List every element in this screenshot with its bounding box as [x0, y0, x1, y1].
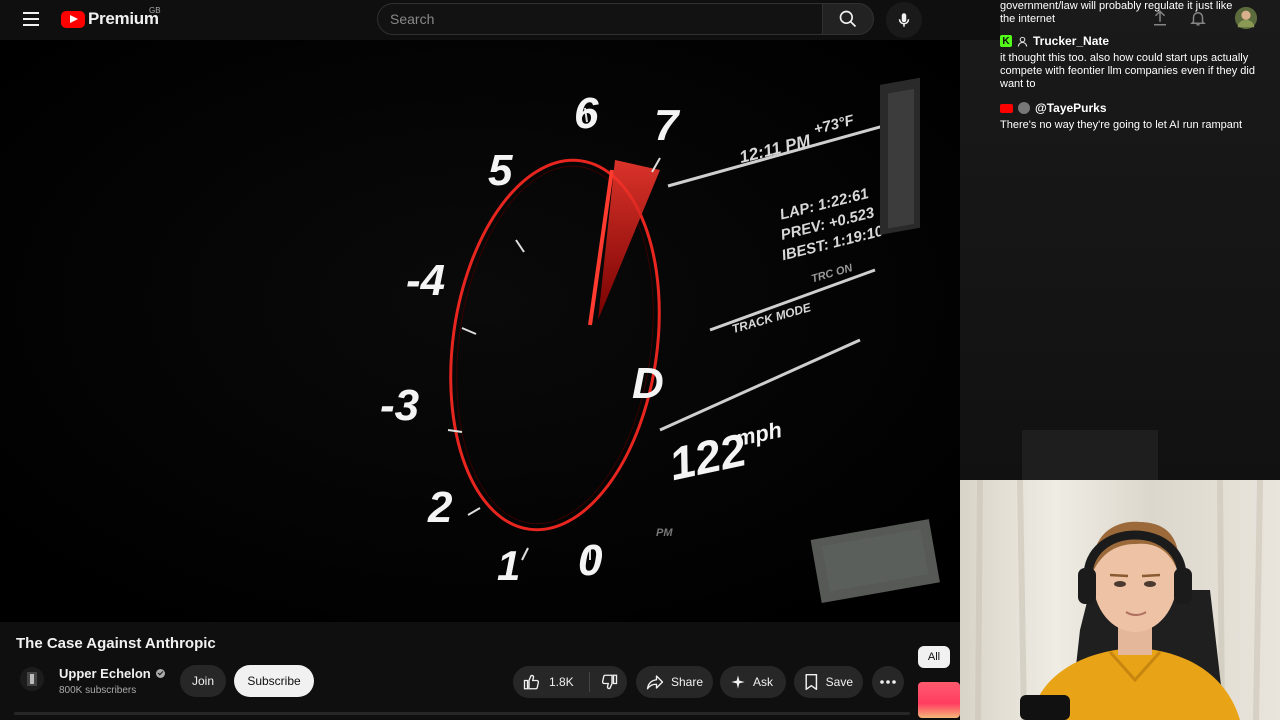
gauge-number: 7: [654, 101, 681, 150]
recommended-thumbnail[interactable]: [918, 682, 960, 718]
stream-background-panel: [1022, 430, 1158, 480]
chat-author-name: @TayePurks: [1035, 101, 1107, 115]
subscribe-button[interactable]: Subscribe: [234, 665, 314, 697]
video-player[interactable]: 0 1 2 -3 -4 5 6 7 D 122 mph 12:11 PM +73…: [0, 40, 960, 622]
save-icon: [805, 673, 818, 691]
gauge-number: 5: [488, 146, 513, 195]
upload-button[interactable]: [1148, 6, 1172, 30]
gauge-number: 0: [578, 536, 603, 585]
gauge-number: -4: [406, 256, 445, 305]
chat-message-text: There's no way they're going to let AI r…: [1000, 119, 1243, 131]
header-actions: [1148, 6, 1280, 34]
chip-all[interactable]: All: [918, 646, 950, 668]
menu-icon: [23, 12, 39, 14]
dislike-icon: [601, 674, 617, 690]
share-label: Share: [670, 675, 703, 689]
chat-author-avatar: [1018, 102, 1030, 114]
like-count: 1.8K: [549, 675, 574, 689]
join-button[interactable]: Join: [180, 665, 226, 697]
gauge-number: 1: [497, 542, 520, 589]
kick-badge-icon: K: [1000, 35, 1012, 47]
search-box: [377, 3, 823, 35]
rev-bar-graphic: [880, 77, 920, 235]
upload-icon: [1154, 10, 1166, 26]
ask-label: Ask: [753, 675, 774, 689]
menu-button[interactable]: [18, 8, 46, 32]
channel-name[interactable]: Upper Echelon: [59, 666, 165, 681]
gauge-number: -3: [380, 381, 419, 430]
youtube-logo-icon: [61, 10, 85, 28]
chat-author-name: Trucker_Nate: [1033, 34, 1110, 48]
search-input[interactable]: [378, 4, 822, 34]
webcam-image: [960, 480, 1280, 720]
menu-icon-bar: [23, 24, 39, 26]
verified-icon: [155, 669, 165, 678]
webcam-feed: [960, 480, 1280, 720]
account-avatar[interactable]: [1234, 6, 1258, 30]
video-title: The Case Against Anthropic: [16, 635, 216, 652]
like-icon: [523, 674, 540, 690]
voice-search-button[interactable]: [886, 2, 922, 38]
account-avatar-icon: [1234, 6, 1258, 30]
save-label: Save: [825, 675, 853, 689]
channel-name-text: Upper Echelon: [59, 666, 151, 681]
description-strip: [14, 712, 910, 715]
country-code: GB: [149, 6, 161, 15]
gauge-number: 2: [427, 483, 453, 532]
gauge-number: 6: [574, 89, 599, 138]
subscriber-count: 800K subscribers: [59, 685, 137, 696]
youtube-premium-logo[interactable]: Premium: [61, 8, 159, 30]
gear-indicator: D: [632, 359, 664, 408]
channel-avatar[interactable]: [20, 667, 44, 691]
search-icon: [839, 10, 857, 28]
rpm-label: PM: [656, 527, 673, 539]
like-button[interactable]: 1.8K: [513, 666, 589, 698]
ask-sparkle-icon: [731, 675, 745, 689]
menu-icon-bar: [23, 18, 39, 20]
more-actions-button[interactable]: [872, 666, 904, 698]
channel-logo-icon: [27, 672, 37, 686]
like-dislike-group: 1.8K: [513, 666, 627, 698]
more-icon: [880, 680, 896, 684]
notifications-button[interactable]: [1186, 6, 1210, 30]
microphone: [1020, 695, 1070, 720]
video-frame: 0 1 2 -3 -4 5 6 7 D 122 mph 12:11 PM +73…: [0, 40, 960, 622]
bell-icon: [1190, 12, 1206, 26]
user-icon: [1017, 36, 1028, 47]
youtube-badge-icon: [1000, 103, 1013, 113]
ask-button[interactable]: Ask: [720, 666, 786, 698]
share-icon: [646, 675, 664, 690]
share-button[interactable]: Share: [636, 666, 713, 698]
chat-author: @TayePurks: [1000, 101, 1107, 115]
top-bar: Premium GB: [0, 0, 1000, 40]
save-button[interactable]: Save: [794, 666, 863, 698]
chat-author: K Trucker_Nate: [1000, 34, 1109, 48]
chat-message-text: it thought this too. also how could star…: [1000, 52, 1255, 90]
dislike-button[interactable]: [590, 666, 627, 698]
search-button[interactable]: [822, 3, 874, 35]
mic-icon: [898, 13, 910, 27]
